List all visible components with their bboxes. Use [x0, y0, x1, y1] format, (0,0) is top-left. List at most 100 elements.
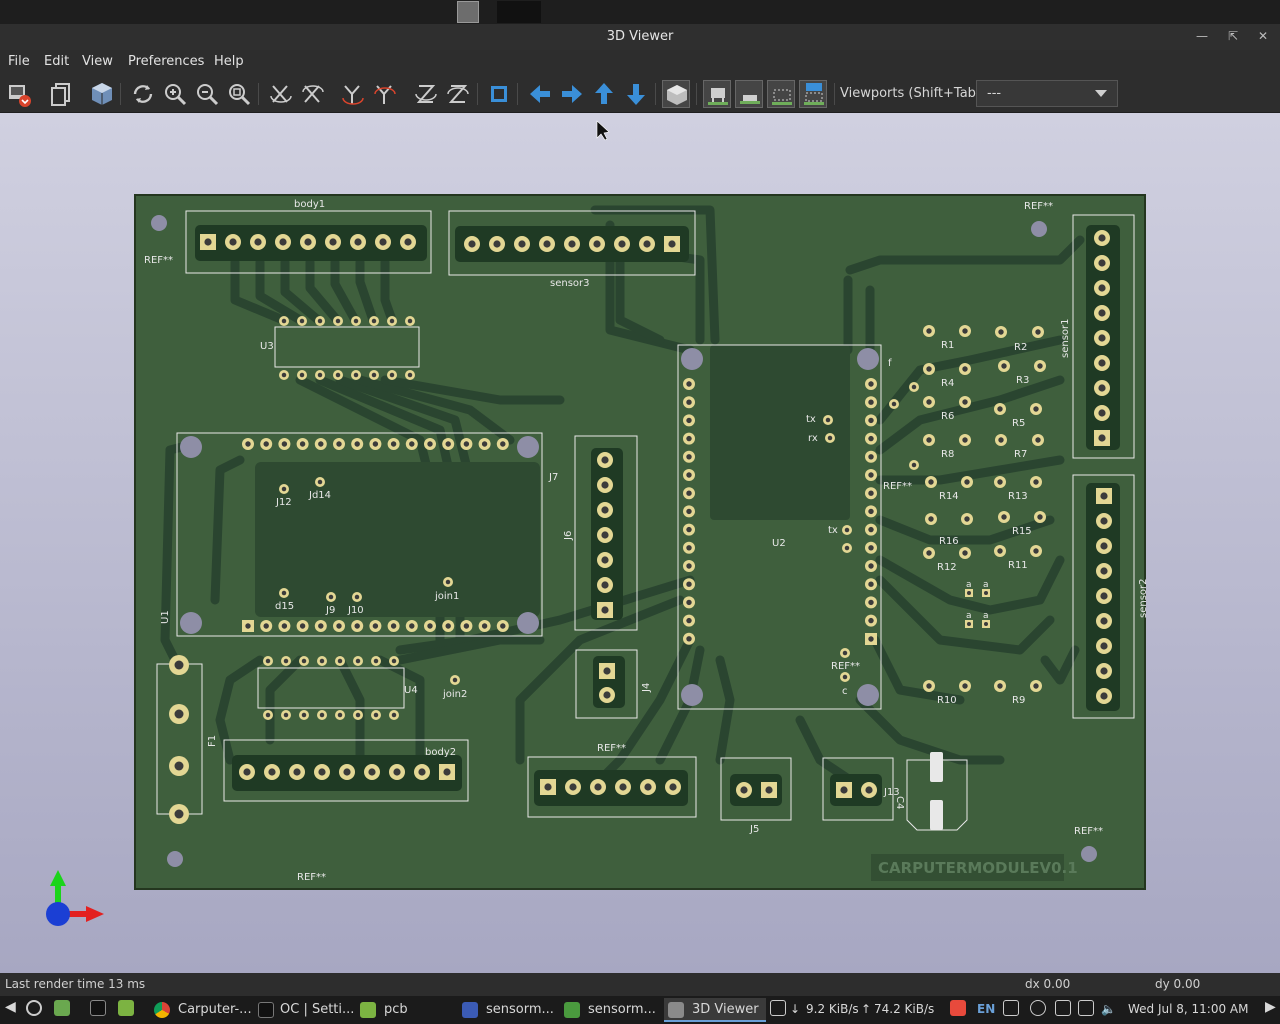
display-icon[interactable]	[1003, 1000, 1019, 1016]
label-r1: R1	[941, 340, 954, 351]
pad-drill	[868, 563, 874, 569]
board-text: CARPUTERMODULEV0.1	[878, 859, 1078, 877]
label-f: f	[888, 358, 892, 369]
pad-drill	[283, 712, 289, 718]
menu-help[interactable]: Help	[214, 54, 244, 69]
pad-drill	[686, 526, 692, 533]
raytrace-icon[interactable]	[88, 80, 116, 108]
folder-icon[interactable]	[118, 1000, 134, 1016]
pad-drill	[1100, 592, 1108, 600]
pan-left-icon[interactable]	[526, 80, 554, 108]
rotate-z-cw-icon[interactable]	[412, 80, 440, 108]
label-u2: U2	[772, 538, 786, 549]
pad-drill	[1035, 437, 1041, 443]
pad-drill	[686, 636, 692, 642]
terminal-icon[interactable]	[90, 1000, 106, 1016]
toolbar-separator	[655, 83, 656, 105]
battery-icon[interactable]	[1078, 1000, 1094, 1016]
task-carputer[interactable]: Carputer-...	[152, 998, 252, 1022]
pad-drill	[603, 691, 611, 699]
show-tht-icon[interactable]	[703, 80, 731, 108]
zoom-in-icon[interactable]	[161, 80, 189, 108]
pad-drill	[868, 508, 874, 515]
menu-edit[interactable]: Edit	[44, 54, 69, 69]
show-not-in-pos-icon[interactable]	[799, 80, 827, 108]
label-sensor3: sensor3	[550, 278, 590, 289]
pad-drill	[868, 545, 874, 551]
task-pcb[interactable]: pcb	[358, 998, 454, 1022]
pad-drill	[964, 516, 970, 522]
show-virtual-icon[interactable]	[767, 80, 795, 108]
show-smd-icon[interactable]	[735, 80, 763, 108]
left-arrow-icon[interactable]: ◀	[5, 999, 16, 1015]
pad-drill	[569, 783, 577, 791]
orthographic-icon[interactable]	[662, 80, 690, 108]
rotate-y-ccw-icon[interactable]	[371, 80, 399, 108]
shield-icon[interactable]	[1055, 1000, 1071, 1016]
clock-text[interactable]: Wed Jul 8, 11:00 AM	[1128, 1002, 1249, 1016]
3d-viewport[interactable]: body1 sensor3 REF** REF** REF** REF** RE…	[0, 113, 1280, 973]
pad-drill	[669, 783, 677, 791]
pad-drill	[1098, 359, 1106, 367]
label-sensor2: sensor2	[1138, 578, 1149, 618]
pad-drill	[1100, 567, 1108, 575]
label-c4: C4	[894, 796, 905, 809]
power-icon[interactable]	[1030, 1000, 1046, 1016]
volume-icon[interactable]: 🔈	[1101, 1002, 1116, 1016]
menu-icon[interactable]	[26, 1000, 42, 1016]
pad-drill	[967, 622, 971, 626]
pad-drill	[1098, 384, 1106, 392]
maximize-icon[interactable]: ⇱	[1221, 24, 1245, 50]
pad-drill	[601, 531, 609, 539]
rotate-x-cw-icon[interactable]	[267, 80, 295, 108]
keyboard-layout[interactable]: EN	[977, 1002, 995, 1016]
pad-drill	[891, 401, 897, 407]
pad-drill	[865, 786, 873, 794]
pan-down-icon[interactable]	[622, 80, 650, 108]
copy-icon[interactable]	[47, 80, 75, 108]
pad-drill	[174, 761, 184, 771]
rotate-x-ccw-icon[interactable]	[299, 80, 327, 108]
pad-drill	[984, 591, 988, 595]
export-icon[interactable]	[5, 80, 33, 108]
label-body1: body1	[294, 199, 325, 210]
pad-drill	[1100, 692, 1108, 700]
pad-drill	[686, 399, 692, 405]
label-r10: R10	[937, 695, 957, 706]
rotate-z-ccw-icon[interactable]	[444, 80, 472, 108]
window-thumbnail-icon[interactable]	[457, 1, 479, 23]
pan-right-icon[interactable]	[558, 80, 586, 108]
menu-view[interactable]: View	[82, 54, 113, 69]
task-3d-viewer[interactable]: 3D Viewer	[664, 998, 766, 1022]
viewports-select[interactable]: ---	[976, 80, 1118, 107]
close-icon[interactable]: ✕	[1251, 24, 1275, 50]
minimize-icon[interactable]: —	[1190, 24, 1214, 50]
pad-drill	[1035, 329, 1041, 335]
reload-icon[interactable]	[129, 80, 157, 108]
right-arrow-icon[interactable]: ▶	[1265, 999, 1276, 1015]
app-tray-icon[interactable]	[950, 1000, 966, 1016]
zoom-out-icon[interactable]	[193, 80, 221, 108]
window-thumbnail-icon[interactable]	[519, 1, 541, 23]
download-icon: ↓	[790, 1002, 801, 1016]
task-sensor-kicad[interactable]: sensorm...	[460, 998, 558, 1022]
rotate-y-cw-icon[interactable]	[339, 80, 367, 108]
pad-drill	[373, 712, 379, 718]
pad-drill	[601, 581, 609, 589]
zoom-fit-icon[interactable]	[225, 80, 253, 108]
pan-up-icon[interactable]	[590, 80, 618, 108]
flip-board-icon[interactable]	[485, 80, 513, 108]
monitor-icon[interactable]	[770, 1000, 786, 1016]
window-thumbnail-icon[interactable]	[497, 1, 519, 23]
task-sensor-pcbnew[interactable]: sensorm...	[562, 998, 660, 1022]
toolbar-separator	[258, 83, 259, 105]
pad-drill	[868, 636, 874, 642]
menu-preferences[interactable]: Preferences	[128, 54, 204, 69]
menu-file[interactable]: File	[8, 54, 30, 69]
pad-drill	[299, 318, 305, 324]
pad-drill	[281, 318, 287, 324]
show-desktop-icon[interactable]	[54, 1000, 70, 1016]
label-r3: R3	[1016, 375, 1029, 386]
task-oc-settings[interactable]: OC | Setti...	[256, 998, 356, 1022]
pad-drill	[319, 658, 325, 664]
